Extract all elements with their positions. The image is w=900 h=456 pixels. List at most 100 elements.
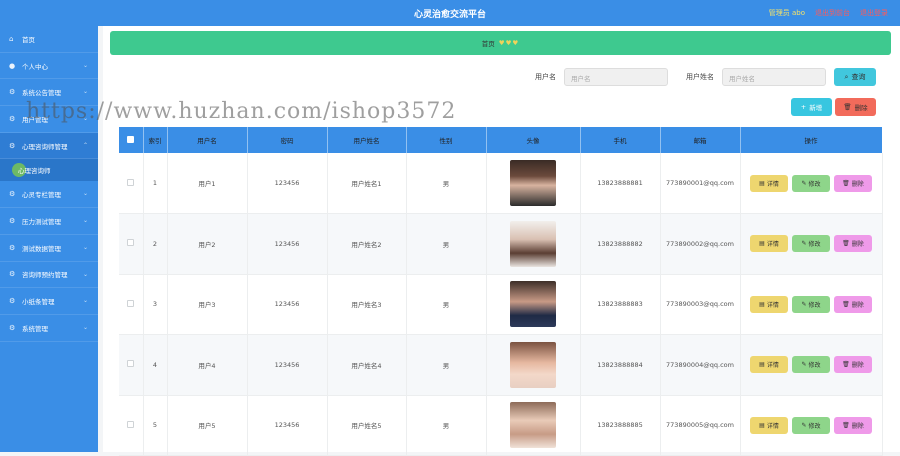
column-header: 操作 <box>740 127 883 153</box>
select-all-header[interactable] <box>119 127 144 153</box>
add-button[interactable]: + 新增 <box>791 98 832 116</box>
chevron-down-icon: ⌄ <box>82 243 88 251</box>
row-select-cell[interactable] <box>119 395 144 456</box>
username-input[interactable]: 用户名 <box>564 68 668 86</box>
sidebar: ⌂ 首页 ● 个人中心 ⌄ ⚙ 系统公告管理 ⌄ ⚙ 用户管理 ⌄ ⚙ 心理咨询… <box>0 26 98 452</box>
breadcrumb-home[interactable]: 首页 <box>482 38 495 48</box>
sidebar-item-notes[interactable]: ⚙ 小纸条管理 ⌄ <box>0 288 98 315</box>
column-header: 用户名 <box>167 127 248 153</box>
row-checkbox[interactable] <box>127 239 135 247</box>
sidebar-item-profile[interactable]: ● 个人中心 ⌄ <box>0 53 98 80</box>
document-icon: ▤ <box>759 300 765 308</box>
name-cell: 用户姓名2 <box>327 213 407 275</box>
sidebar-item-stress-test[interactable]: ⚙ 压力测试管理 ⌄ <box>0 208 98 235</box>
delete-button[interactable]: 🗑 删除 <box>834 235 872 253</box>
detail-button[interactable]: ▤ 详情 <box>750 416 788 434</box>
row-select-cell[interactable] <box>119 153 144 214</box>
front-link[interactable]: 退出到前台 <box>815 8 850 18</box>
sidebar-subitem-counselor[interactable]: 心理咨询师 <box>0 159 98 182</box>
detail-button-label: 详情 <box>766 362 779 370</box>
plus-icon: + <box>800 103 807 111</box>
name-label: 用户姓名 <box>686 73 714 81</box>
delete-button[interactable]: 🗑 删除 <box>834 356 872 374</box>
avatar-cell <box>486 153 581 214</box>
detail-button[interactable]: ▤ 详情 <box>750 235 788 253</box>
batch-delete-button[interactable]: 🗑 删除 <box>835 98 876 116</box>
document-icon: ▤ <box>759 361 765 369</box>
sidebar-item-home[interactable]: ⌂ 首页 <box>0 26 98 53</box>
sidebar-item-system[interactable]: ⚙ 系统管理 ⌄ <box>0 315 98 342</box>
avatar <box>510 341 556 388</box>
row-checkbox[interactable] <box>127 178 135 186</box>
detail-button[interactable]: ▤ 详情 <box>750 356 788 374</box>
sidebar-item-label: 系统公告管理 <box>22 89 61 98</box>
name-input[interactable]: 用户姓名 <box>722 68 826 86</box>
gender-cell: 男 <box>406 334 487 396</box>
gear-icon: ⚙ <box>9 270 16 279</box>
name-cell: 用户姓名5 <box>327 395 407 456</box>
phone-cell: 13823888881 <box>580 153 661 214</box>
detail-button-label: 详情 <box>766 241 779 249</box>
query-button[interactable]: ⌕ 查询 <box>834 68 876 86</box>
row-checkbox[interactable] <box>127 420 135 428</box>
logout-link[interactable]: 退出登录 <box>860 8 888 18</box>
column-header: 用户姓名 <box>327 127 407 153</box>
document-icon: ▤ <box>759 421 765 429</box>
sidebar-item-label: 个人中心 <box>22 62 48 71</box>
gender-cell: 男 <box>406 213 487 275</box>
top-bar: 心灵治愈交流平台 管理员 abo 退出到前台 退出登录 <box>0 0 900 26</box>
name-cell: 用户姓名4 <box>327 334 407 396</box>
sidebar-item-test-data[interactable]: ⚙ 测试数据管理 ⌄ <box>0 235 98 262</box>
sidebar-item-counselors[interactable]: ⚙ 心理咨询师管理 ⌃ <box>0 132 98 160</box>
detail-button[interactable]: ▤ 详情 <box>750 295 788 313</box>
operations-cell: ▤ 详情 ✎ 修改 🗑 删除 <box>740 153 883 214</box>
edit-button[interactable]: ✎ 修改 <box>792 235 830 253</box>
document-icon: ▤ <box>759 179 765 187</box>
edit-button-label: 修改 <box>808 301 821 309</box>
edit-button[interactable]: ✎ 修改 <box>792 295 830 313</box>
row-select-cell[interactable] <box>119 334 144 396</box>
delete-button[interactable]: 🗑 删除 <box>834 295 872 313</box>
avatar <box>510 402 556 449</box>
index-cell: 4 <box>143 334 168 396</box>
gender-cell: 男 <box>406 274 487 335</box>
column-header: 邮箱 <box>660 127 741 153</box>
table-row: 3 用户3 123456 用户姓名3 男 13823888883 773890003@qq.… <box>119 274 883 335</box>
password-cell: 123456 <box>247 274 328 335</box>
gear-icon: ⚙ <box>9 190 16 199</box>
app-title: 心灵治愈交流平台 <box>413 10 486 20</box>
index-cell: 5 <box>143 395 168 456</box>
delete-button-label: 删除 <box>851 241 864 249</box>
delete-button[interactable]: 🗑 删除 <box>834 416 872 434</box>
edit-button[interactable]: ✎ 修改 <box>792 416 830 434</box>
edit-button[interactable]: ✎ 修改 <box>792 356 830 374</box>
trash-icon: 🗑 <box>842 240 850 248</box>
sidebar-item-column[interactable]: ⚙ 心灵专栏管理 ⌄ <box>0 181 98 209</box>
row-select-cell[interactable] <box>119 213 144 275</box>
gender-cell: 男 <box>406 153 487 214</box>
select-all-checkbox[interactable] <box>127 135 135 143</box>
delete-button[interactable]: 🗑 删除 <box>834 174 872 192</box>
password-cell: 123456 <box>247 395 328 456</box>
phone-cell: 13823888883 <box>580 274 661 335</box>
email-cell: 773890003@qq.com <box>660 274 741 335</box>
edit-icon: ✎ <box>801 179 807 187</box>
column-header: 索引 <box>143 127 168 153</box>
edit-button[interactable]: ✎ 修改 <box>792 174 830 192</box>
detail-button[interactable]: ▤ 详情 <box>750 174 788 192</box>
sidebar-item-label: 压力测试管理 <box>22 217 61 226</box>
sidebar-item-appointments[interactable]: ⚙ 咨询师预约管理 ⌄ <box>0 262 98 289</box>
detail-button-label: 详情 <box>766 422 779 430</box>
header-links: 管理员 abo 退出到前台 退出登录 <box>769 8 888 18</box>
row-checkbox[interactable] <box>127 360 135 368</box>
gear-icon: ⚙ <box>9 323 16 332</box>
delete-button-label: 删除 <box>851 422 864 430</box>
row-select-cell[interactable] <box>119 274 144 335</box>
chevron-down-icon: ⌄ <box>82 190 88 198</box>
row-checkbox[interactable] <box>127 299 135 307</box>
table-row: 4 用户4 123456 用户姓名4 男 13823888884 773890004@qq.… <box>119 334 883 396</box>
index-cell: 1 <box>143 153 168 214</box>
avatar-cell <box>486 213 581 275</box>
delete-button-label: 删除 <box>851 301 864 309</box>
index-cell: 3 <box>143 274 168 335</box>
